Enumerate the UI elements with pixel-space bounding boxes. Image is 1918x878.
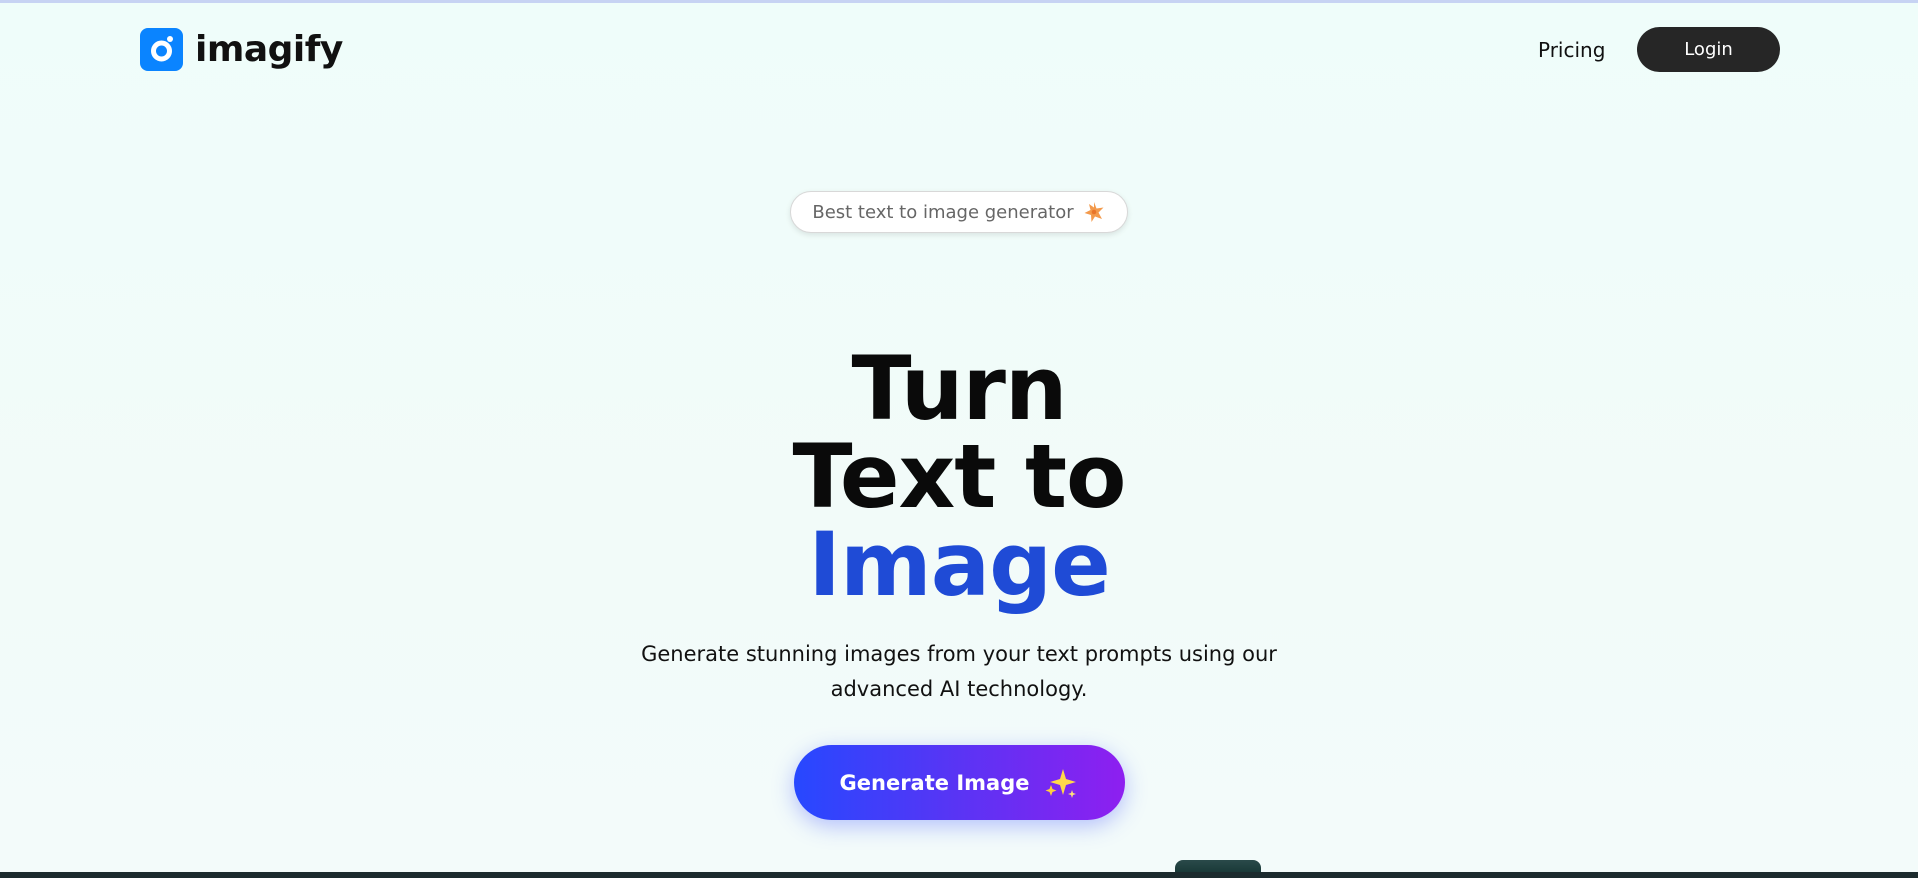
logo-icon	[140, 28, 183, 71]
hero-title-line-3: Image	[808, 513, 1111, 616]
hero-title: Turn Text to Image	[0, 345, 1918, 609]
hero-title-line-1: Turn	[851, 337, 1067, 440]
logo[interactable]: imagify	[140, 28, 343, 71]
tagline-badge: Best text to image generator	[790, 191, 1128, 233]
site-header: imagify Pricing Login	[0, 0, 1918, 100]
bottom-section-edge	[0, 872, 1918, 878]
star-burst-icon	[1082, 200, 1106, 224]
login-button[interactable]: Login	[1637, 27, 1780, 72]
badge-text: Best text to image generator	[812, 201, 1074, 223]
generate-image-label: Generate Image	[839, 770, 1030, 795]
generate-image-button[interactable]: Generate Image	[794, 745, 1125, 820]
sparkles-icon	[1043, 767, 1079, 799]
nav-pricing-link[interactable]: Pricing	[1538, 36, 1605, 64]
logo-text: imagify	[195, 29, 343, 70]
hero-title-line-2: Text to	[792, 425, 1126, 528]
hero-subtitle: Generate stunning images from your text …	[641, 642, 1277, 701]
